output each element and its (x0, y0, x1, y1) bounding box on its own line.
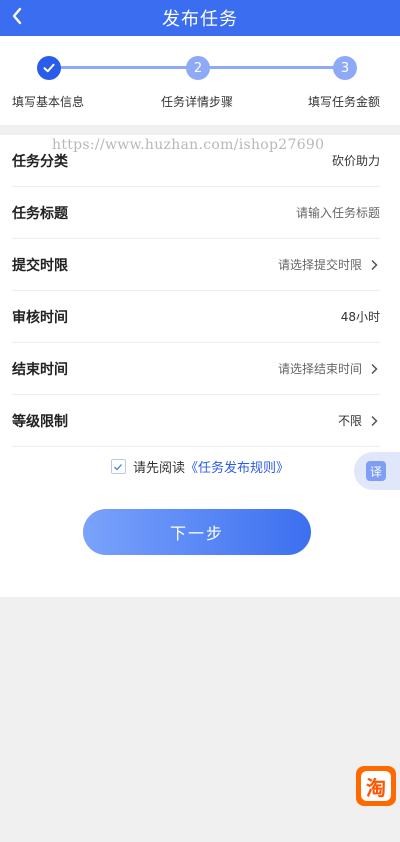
section-gap (0, 125, 400, 135)
form-label: 任务分类 (12, 153, 68, 170)
form-row-title[interactable]: 任务标题 请输入任务标题 (12, 187, 380, 239)
app-header: 发布任务 (0, 0, 400, 36)
chevron-right-icon (371, 415, 378, 426)
step-connector (60, 66, 188, 69)
step-1-indicator (37, 56, 61, 80)
step-progress: 2 3 填写基本信息 任务详情步骤 填写任务金额 (0, 36, 400, 125)
check-icon (114, 463, 123, 470)
agreement-checkbox[interactable] (110, 459, 126, 474)
taobao-float-button[interactable]: 淘 (356, 766, 396, 806)
review-time-value: 48小时 (340, 310, 380, 324)
form-row-end-time[interactable]: 结束时间 请选择结束时间 (12, 343, 380, 395)
form-row-review-time: 审核时间 48小时 (12, 291, 380, 343)
level-limit-select[interactable]: 不限 (338, 412, 362, 429)
chevron-right-icon (371, 259, 378, 270)
category-value: 砍价助力 (331, 154, 380, 168)
step-connector (208, 66, 336, 69)
taobao-icon: 淘 (361, 771, 391, 801)
form-label: 等级限制 (12, 413, 68, 430)
chevron-right-icon (371, 363, 378, 374)
step-3-label: 填写任务金额 (308, 95, 381, 109)
form-row-submit-deadline[interactable]: 提交时限 请选择提交时限 (12, 239, 380, 291)
form-row-category[interactable]: 任务分类 砍价助力 (12, 135, 380, 187)
agreement-prefix: 请先阅读 (132, 461, 185, 476)
chevron-left-icon (12, 7, 22, 25)
step-1-label: 填写基本信息 (12, 95, 85, 109)
step-2-label: 任务详情步骤 (161, 95, 234, 109)
form-label: 结束时间 (12, 361, 68, 378)
form-label: 提交时限 (12, 257, 68, 274)
agreement-row: 请先阅读 《任务发布规则》 (0, 457, 400, 476)
task-form: https://www.huzhan.com/ishop27690 任务分类 砍… (0, 135, 400, 597)
translate-icon: 译 (366, 461, 386, 481)
form-label: 任务标题 (12, 205, 68, 222)
rules-link[interactable]: 《任务发布规则》 (185, 457, 289, 476)
step-3-indicator: 3 (333, 56, 357, 80)
step-2-indicator: 2 (186, 56, 210, 80)
end-time-select[interactable]: 请选择结束时间 (278, 360, 362, 377)
check-icon (43, 63, 55, 73)
title-input[interactable]: 请输入任务标题 (296, 204, 380, 221)
form-label: 审核时间 (12, 309, 68, 326)
next-step-button[interactable]: 下一步 (83, 509, 311, 555)
form-row-level-limit[interactable]: 等级限制 不限 (12, 395, 380, 447)
page-title: 发布任务 (162, 9, 238, 30)
submit-deadline-select[interactable]: 请选择提交时限 (278, 256, 362, 273)
translate-float-button[interactable]: 译 (354, 452, 400, 490)
back-button[interactable] (4, 0, 30, 32)
